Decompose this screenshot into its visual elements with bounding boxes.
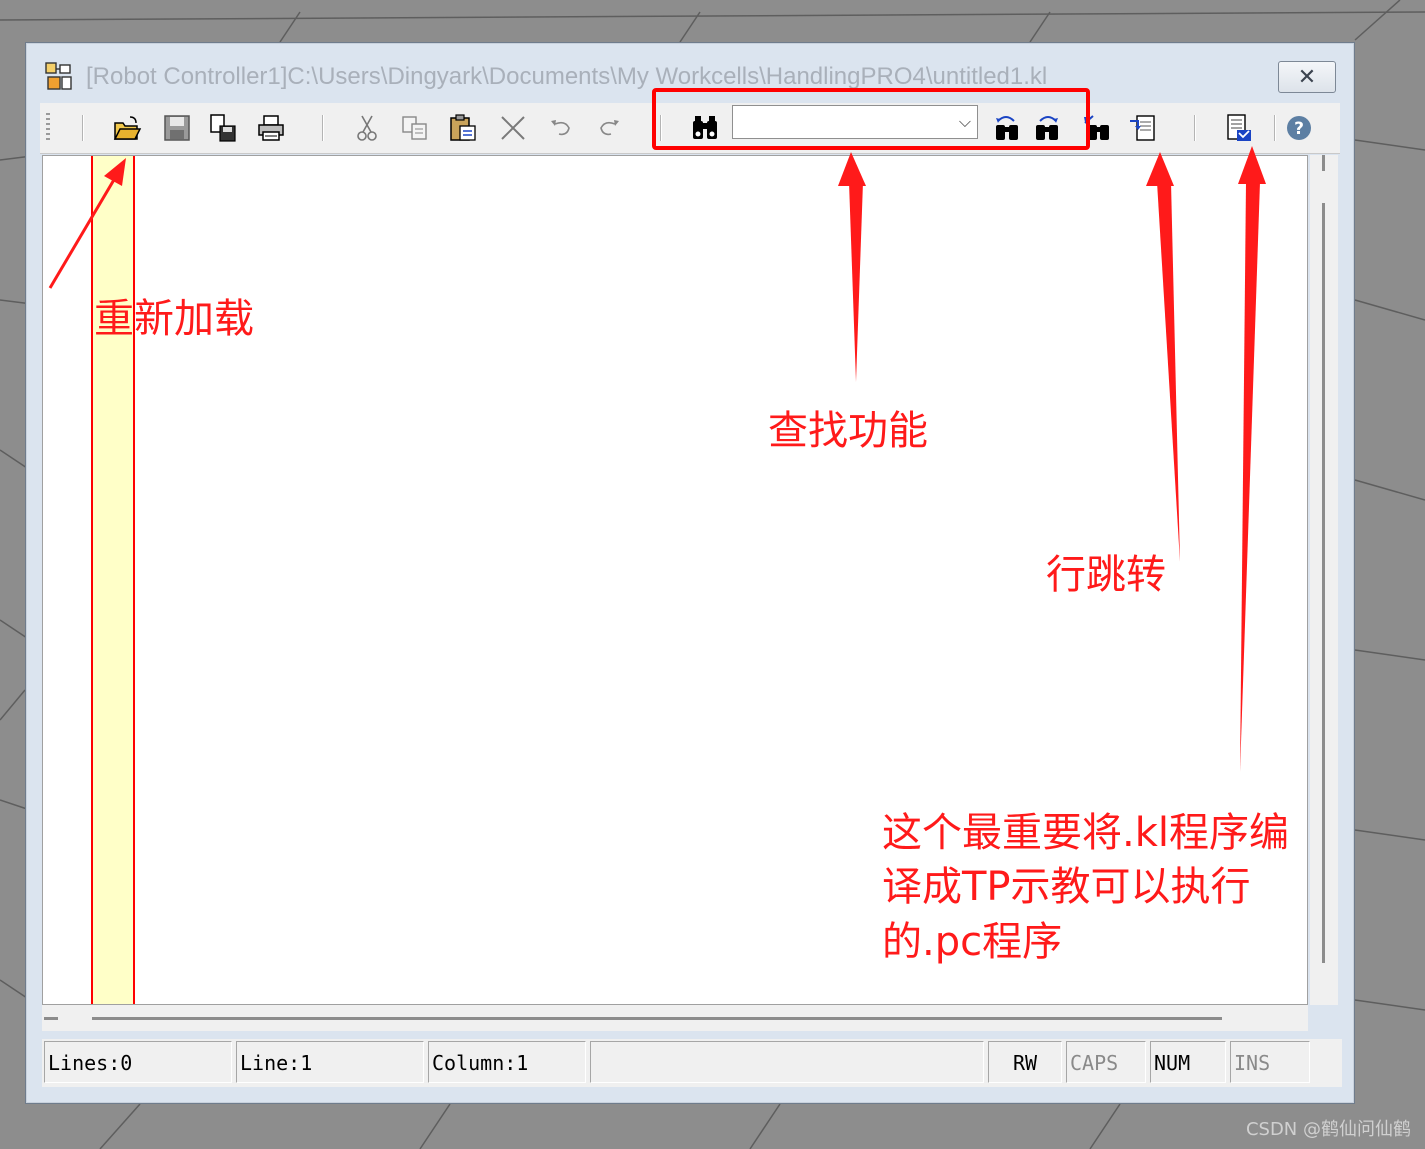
undo-icon bbox=[551, 120, 570, 136]
cut-icon bbox=[357, 115, 377, 141]
redo-icon bbox=[600, 120, 619, 136]
toolbar-separator bbox=[322, 115, 324, 141]
close-icon: ✕ bbox=[1297, 64, 1317, 90]
save-all-button[interactable] bbox=[206, 111, 240, 145]
annotation-compile: 这个最重要将.kl程序编 译成TP示教可以执行 的.pc程序 bbox=[882, 806, 1289, 969]
delete-icon bbox=[501, 116, 525, 140]
paste-button[interactable] bbox=[446, 111, 480, 145]
status-column: Column:1 bbox=[428, 1041, 586, 1083]
compile-icon bbox=[1227, 114, 1251, 141]
horizontal-scrollbar[interactable] bbox=[42, 1005, 1308, 1031]
vertical-scrollbar[interactable] bbox=[1310, 155, 1338, 1005]
delete-button[interactable] bbox=[496, 111, 530, 145]
help-icon: ? bbox=[1287, 116, 1311, 140]
paste-icon bbox=[450, 114, 476, 141]
cut-button[interactable] bbox=[350, 111, 384, 145]
scrollbar-cap bbox=[1322, 155, 1325, 171]
scrollbar-cap bbox=[44, 1017, 58, 1020]
save-button[interactable] bbox=[160, 111, 194, 145]
status-rw: RW bbox=[988, 1041, 1062, 1083]
undo-button[interactable] bbox=[544, 111, 578, 145]
annotation-reload: 重新加载 bbox=[94, 296, 254, 342]
status-lines: Lines:0 bbox=[44, 1041, 232, 1083]
watermark: CSDN @鹤仙问仙鹤 bbox=[1245, 1119, 1411, 1140]
scrollbar-thumb[interactable] bbox=[92, 1017, 1222, 1020]
window-title: [Robot Controller1]C:\Users\Dingyark\Doc… bbox=[86, 63, 1048, 90]
annotation-compile-line: 的.pc程序 bbox=[882, 918, 1063, 965]
open-file-icon bbox=[113, 116, 142, 140]
compile-button[interactable] bbox=[1222, 111, 1256, 145]
help-button[interactable]: ? bbox=[1282, 111, 1316, 145]
print-button[interactable] bbox=[254, 111, 288, 145]
close-button[interactable]: ✕ bbox=[1278, 61, 1336, 93]
toolbar-grip[interactable] bbox=[46, 113, 50, 141]
status-bar: Lines:0 Line:1 Column:1 RW CAPS NUM INS bbox=[42, 1039, 1342, 1087]
copy-button[interactable] bbox=[398, 111, 432, 145]
toolbar-separator bbox=[1274, 115, 1276, 141]
save-icon bbox=[164, 115, 190, 141]
open-file-button[interactable] bbox=[110, 111, 144, 145]
svg-text:?: ? bbox=[1294, 119, 1304, 139]
goto-line-button[interactable] bbox=[1126, 111, 1160, 145]
goto-line-icon bbox=[1130, 115, 1155, 141]
status-caps: CAPS bbox=[1066, 1041, 1146, 1083]
toolbar-separator bbox=[1194, 115, 1196, 141]
print-icon bbox=[258, 115, 284, 141]
status-message bbox=[590, 1041, 984, 1083]
status-line: Line:1 bbox=[236, 1041, 424, 1083]
annotation-find: 查找功能 bbox=[768, 408, 928, 454]
save-all-icon bbox=[210, 114, 236, 142]
annotation-compile-line: 这个最重要将.kl程序编 bbox=[882, 810, 1289, 856]
status-num: NUM bbox=[1150, 1041, 1226, 1083]
redo-button[interactable] bbox=[592, 111, 626, 145]
annotation-goto-line: 行跳转 bbox=[1046, 552, 1166, 598]
current-line-highlight bbox=[91, 156, 135, 1004]
annotation-compile-line: 译成TP示教可以执行 bbox=[882, 864, 1251, 911]
scrollbar-thumb[interactable] bbox=[1322, 203, 1325, 963]
find-highlight-box bbox=[652, 88, 1090, 150]
copy-icon bbox=[402, 116, 427, 140]
app-icon bbox=[44, 61, 74, 91]
toolbar-separator bbox=[82, 115, 84, 141]
status-ins: INS bbox=[1230, 1041, 1310, 1083]
